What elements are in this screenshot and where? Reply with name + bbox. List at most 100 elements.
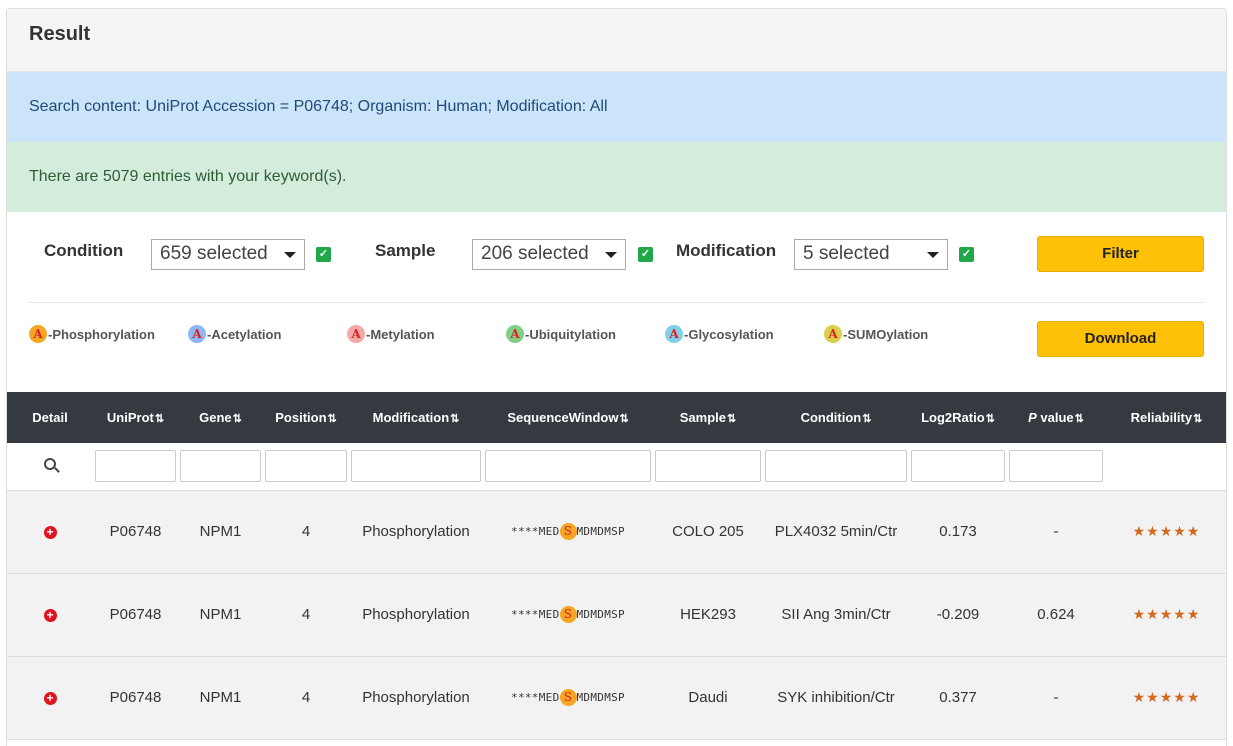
reliability-stars: ★★★★★ — [1132, 523, 1201, 539]
header-uniprot[interactable]: UniProt⇅ — [93, 392, 178, 443]
sort-icon: ⇅ — [1074, 413, 1084, 425]
header-gene[interactable]: Gene⇅ — [178, 392, 263, 443]
header-modification[interactable]: Modification⇅ — [349, 392, 483, 443]
sample-checkbox[interactable]: ✓ — [638, 247, 653, 262]
header-log2ratio[interactable]: Log2Ratio⇅ — [909, 392, 1007, 443]
reliability-stars: ★★★★★ — [1132, 606, 1201, 622]
condition-select[interactable]: 659 selected — [151, 239, 305, 270]
table-row: + P06748 NPM1 4 Phosphorylation ****MED S… — [7, 490, 1226, 573]
condition-select-value: 659 selected — [160, 243, 268, 264]
phosphosite-badge: S — [559, 606, 577, 623]
uniprot-cell: P06748 — [109, 523, 162, 540]
legend-glycosylation: A -Glycosylation — [665, 325, 774, 343]
phosphosite-badge: S — [559, 689, 577, 706]
legend-label: -Phosphorylation — [48, 326, 155, 342]
modification-search-input[interactable] — [351, 450, 481, 483]
condition-cell: PLX4032 5min/Ctr — [774, 523, 898, 540]
sort-icon: ⇅ — [619, 413, 629, 425]
legend-phosphorylation: A -Phosphorylation — [29, 325, 155, 343]
condition-checkbox[interactable]: ✓ — [316, 247, 331, 262]
uniprot-cell: P06748 — [109, 606, 162, 623]
sort-icon: ⇅ — [327, 413, 337, 425]
search-cell — [349, 443, 483, 490]
header-sample[interactable]: Sample⇅ — [653, 392, 763, 443]
gene-search-input[interactable] — [180, 450, 261, 483]
metylation-badge-icon: A — [347, 325, 365, 343]
legend-metylation: A -Metylation — [347, 325, 435, 343]
result-panel: Result Search content: UniProt Accession… — [6, 8, 1227, 746]
condition-label: Condition — [44, 241, 124, 260]
modification-checkbox[interactable]: ✓ — [959, 247, 974, 262]
pvalue-cell: - — [1053, 523, 1059, 540]
condition-search-input[interactable] — [765, 450, 907, 483]
search-cell — [7, 443, 93, 490]
header-sequencewindow[interactable]: SequenceWindow⇅ — [483, 392, 653, 443]
sumoylation-badge-icon: A — [824, 325, 842, 343]
panel-title: Result — [7, 9, 1226, 72]
modification-select[interactable]: 5 selected — [794, 239, 948, 270]
search-content-alert: Search content: UniProt Accession = P067… — [7, 72, 1226, 142]
sequence-window-cell: ****MED S MDMDMSP — [511, 523, 625, 540]
modification-cell: Phosphorylation — [362, 523, 470, 540]
sample-cell: COLO 205 — [672, 523, 744, 540]
legend-label: -SUMOylation — [843, 326, 929, 342]
modification-select-value: 5 selected — [803, 243, 890, 264]
gene-cell: NPM1 — [199, 689, 242, 706]
sample-select-value: 206 selected — [481, 243, 589, 264]
position-search-input[interactable] — [265, 450, 347, 483]
entries-count-alert: There are 5079 entries with your keyword… — [7, 142, 1226, 212]
expand-plus-icon[interactable]: + — [43, 692, 57, 705]
sort-icon: ⇅ — [450, 413, 460, 425]
filter-button[interactable]: Filter — [1037, 236, 1204, 272]
legend-label: -Ubiquitylation — [525, 326, 616, 342]
sample-select[interactable]: 206 selected — [472, 239, 626, 270]
modification-cell: Phosphorylation — [362, 606, 470, 623]
legend-label: -Glycosylation — [684, 326, 774, 342]
reliability-stars: ★★★★★ — [1132, 689, 1201, 705]
header-pvalue[interactable]: P value⇅ — [1007, 392, 1105, 443]
condition-cell: SII Ang 3min/Ctr — [781, 606, 891, 623]
position-cell: 4 — [301, 689, 311, 706]
pvalue-search-input[interactable] — [1009, 450, 1103, 483]
header-position[interactable]: Position⇅ — [263, 392, 349, 443]
legend-label: -Metylation — [366, 326, 435, 342]
header-condition[interactable]: Condition⇅ — [763, 392, 909, 443]
sequencewindow-search-input[interactable] — [485, 450, 651, 483]
sort-icon: ⇅ — [1193, 413, 1203, 425]
gene-cell: NPM1 — [199, 523, 242, 540]
legend-ubiquitylation: A -Ubiquitylation — [506, 325, 616, 343]
table-header-row: Detail UniProt⇅ Gene⇅ Position⇅ Modifica… — [7, 392, 1226, 443]
phosphosite-badge: S — [559, 523, 577, 540]
position-cell: 4 — [301, 523, 311, 540]
gene-cell: NPM1 — [199, 606, 242, 623]
phosphorylation-badge-icon: A — [29, 325, 47, 343]
position-cell: 4 — [301, 606, 311, 623]
download-button[interactable]: Download — [1037, 321, 1204, 357]
uniprot-cell: P06748 — [109, 689, 162, 706]
sample-search-input[interactable] — [655, 450, 761, 483]
column-search-row — [7, 443, 1226, 490]
sort-icon: ⇅ — [862, 413, 872, 425]
sample-cell: HEK293 — [680, 606, 736, 623]
expand-plus-icon[interactable]: + — [43, 526, 57, 539]
expand-plus-icon[interactable]: + — [43, 609, 57, 622]
search-cell — [763, 443, 909, 490]
sample-cell: Daudi — [688, 689, 728, 706]
search-cell — [653, 443, 763, 490]
legend-label: -Acetylation — [207, 326, 282, 342]
log2ratio-cell: 0.377 — [939, 689, 977, 706]
uniprot-search-input[interactable] — [95, 450, 176, 483]
glycosylation-badge-icon: A — [665, 325, 683, 343]
legend-sumoylation: A -SUMOylation — [824, 325, 928, 343]
header-reliability[interactable]: Reliability⇅ — [1105, 392, 1226, 443]
search-cell — [178, 443, 263, 490]
pvalue-cell: 0.624 — [1037, 606, 1075, 623]
sequence-window-cell: ****MED S MDMDMSP — [511, 689, 625, 706]
sample-label: Sample — [375, 241, 436, 260]
sort-icon: ⇅ — [154, 413, 165, 425]
table-row: + P06748 NPM1 4 Phosphorylation ****MED S… — [7, 573, 1226, 656]
log2ratio-search-input[interactable] — [911, 450, 1005, 483]
log2ratio-cell: 0.173 — [939, 523, 977, 540]
acetylation-badge-icon: A — [188, 325, 206, 343]
detail-cell: + — [7, 656, 93, 739]
